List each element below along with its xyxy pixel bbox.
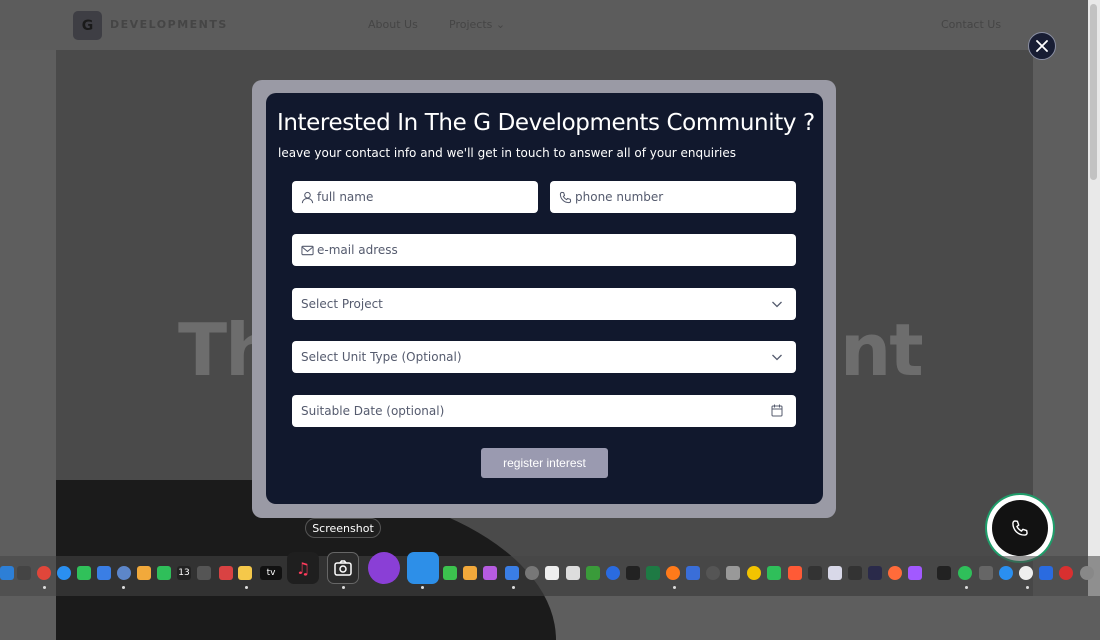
user-icon <box>301 191 314 203</box>
suitable-date-placeholder: Suitable Date (optional) <box>301 404 445 418</box>
dictionary-icon[interactable] <box>808 566 822 580</box>
notes-icon[interactable] <box>238 566 252 580</box>
reminders-icon[interactable] <box>219 566 233 580</box>
register-interest-button[interactable]: register interest <box>481 448 608 478</box>
select-project-value: Select Project <box>301 297 383 311</box>
modal-subtitle: leave your contact info and we'll get in… <box>278 146 736 160</box>
select-project-dropdown[interactable]: Select Project <box>292 288 796 320</box>
apple-tv-icon[interactable]: tv <box>260 566 282 580</box>
running-indicator <box>421 586 424 589</box>
obs-icon[interactable] <box>706 566 720 580</box>
archive-icon[interactable] <box>726 566 740 580</box>
brave-icon[interactable] <box>888 566 902 580</box>
close-modal-button[interactable] <box>1028 32 1056 60</box>
camera-icon <box>334 560 352 576</box>
envelope-icon <box>301 245 314 255</box>
chevron-down-icon <box>772 354 782 361</box>
call-button[interactable] <box>992 500 1048 556</box>
downloads-icon[interactable] <box>1039 566 1053 580</box>
running-indicator <box>1026 586 1029 589</box>
running-indicator <box>512 586 515 589</box>
nav-projects[interactable]: Projects ⌄ <box>449 18 505 31</box>
figma-icon[interactable] <box>908 566 922 580</box>
full-name-field[interactable]: full name <box>292 181 538 213</box>
numbers-icon[interactable] <box>443 566 457 580</box>
keynote-icon[interactable] <box>407 552 439 584</box>
nav-contact-us[interactable]: Contact Us <box>941 18 1001 31</box>
swift-icon[interactable] <box>788 566 802 580</box>
phone-number-field[interactable]: phone number <box>550 181 796 213</box>
vpn-icon[interactable] <box>686 566 700 580</box>
facetime-icon[interactable] <box>157 566 171 580</box>
quicktime-icon[interactable] <box>999 566 1013 580</box>
contacts-icon[interactable] <box>197 566 211 580</box>
email-placeholder: e-mail adress <box>317 243 398 257</box>
music-icon[interactable]: ♫ <box>287 552 319 584</box>
mail-icon[interactable] <box>97 566 111 580</box>
launchpad-icon[interactable] <box>17 566 31 580</box>
running-indicator <box>965 586 968 589</box>
chevron-down-icon <box>772 301 782 308</box>
site-logo[interactable]: G <box>73 11 102 40</box>
settings-icon[interactable] <box>525 566 539 580</box>
utility-icon[interactable] <box>979 566 993 580</box>
affinity-icon[interactable] <box>868 566 882 580</box>
trash-icon[interactable] <box>1080 566 1094 580</box>
clock-icon[interactable] <box>1019 566 1033 580</box>
antivirus-icon[interactable] <box>1059 566 1073 580</box>
pages-icon[interactable] <box>463 566 477 580</box>
modal-title: Interested In The G Developments Communi… <box>277 110 815 136</box>
close-icon <box>1036 40 1048 52</box>
whatsapp-icon[interactable] <box>958 566 972 580</box>
select-unit-type-value: Select Unit Type (Optional) <box>301 350 462 364</box>
messenger-icon[interactable] <box>606 566 620 580</box>
xcode-icon[interactable] <box>505 566 519 580</box>
chrome-icon[interactable] <box>37 566 51 580</box>
app-store-icon[interactable] <box>117 566 131 580</box>
site-logo-text: DEVELOPMENTS <box>110 18 228 31</box>
dock-tooltip: Screenshot <box>305 518 381 538</box>
calendar-icon[interactable]: 13 <box>177 566 191 580</box>
email-field[interactable]: e-mail adress <box>292 234 796 266</box>
at-sign-icon[interactable] <box>483 566 497 580</box>
full-name-placeholder: full name <box>317 190 374 204</box>
running-indicator <box>673 586 676 589</box>
page-scrollbar[interactable] <box>1088 0 1100 596</box>
minecraft-icon[interactable] <box>586 566 600 580</box>
phone-icon <box>559 191 572 203</box>
chevron-down-icon: ⌄ <box>495 18 506 31</box>
suitable-date-field[interactable]: Suitable Date (optional) <box>292 395 796 427</box>
vscode-icon[interactable] <box>0 566 14 580</box>
running-indicator <box>43 586 46 589</box>
notion-icon[interactable] <box>566 566 580 580</box>
preview-icon[interactable] <box>545 566 559 580</box>
scrollbar-thumb[interactable] <box>1090 4 1097 180</box>
grid-app-icon[interactable] <box>848 566 862 580</box>
screenshot-icon[interactable] <box>327 552 359 584</box>
firefox-icon[interactable] <box>666 566 680 580</box>
phone-icon <box>1012 520 1028 536</box>
safari-icon[interactable] <box>57 566 71 580</box>
terminal-icon[interactable] <box>626 566 640 580</box>
nav-projects-label: Projects <box>449 18 493 31</box>
sticker-icon[interactable] <box>747 566 761 580</box>
running-indicator <box>342 586 345 589</box>
hero-heading-right: nt <box>840 308 924 392</box>
running-indicator <box>245 586 248 589</box>
files-icon[interactable] <box>828 566 842 580</box>
excel-icon[interactable] <box>646 566 660 580</box>
photos-icon[interactable] <box>137 566 151 580</box>
evernote-icon[interactable] <box>767 566 781 580</box>
phone-number-placeholder: phone number <box>575 190 664 204</box>
calendar-icon[interactable] <box>771 404 783 417</box>
messages-icon[interactable] <box>77 566 91 580</box>
running-indicator <box>122 586 125 589</box>
console-icon[interactable] <box>937 566 951 580</box>
select-unit-type-dropdown[interactable]: Select Unit Type (Optional) <box>292 341 796 373</box>
nav-about-us[interactable]: About Us <box>368 18 418 31</box>
podcasts-icon[interactable] <box>368 552 400 584</box>
